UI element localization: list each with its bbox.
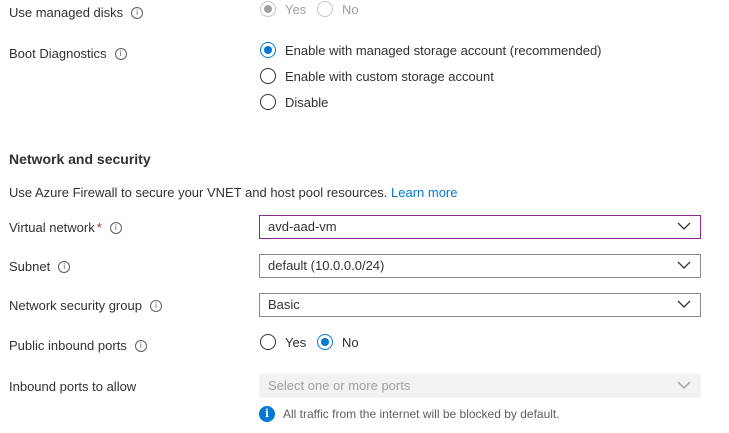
radio-circle (317, 334, 333, 350)
managed-disks-no-radio: No (317, 1, 359, 17)
subnet-dropdown[interactable]: default (10.0.0.0/24) (259, 254, 701, 278)
virtual-network-label: Virtual network (9, 220, 95, 235)
radio-circle (260, 334, 276, 350)
inbound-ports-dropdown: Select one or more ports (259, 374, 701, 398)
learn-more-link[interactable]: Learn more (391, 185, 457, 200)
info-icon[interactable]: i (149, 299, 162, 312)
radio-label: Disable (285, 94, 329, 110)
chevron-down-icon (677, 222, 691, 230)
chevron-down-icon (677, 300, 691, 308)
boot-diag-custom-radio[interactable]: Enable with custom storage account (260, 68, 494, 84)
nsg-row: Network security group i (9, 298, 162, 313)
section-title: Network and security (9, 151, 151, 167)
boot-diag-disable-radio[interactable]: Disable (260, 94, 328, 110)
radio-circle (260, 42, 276, 58)
boot-diag-managed-radio[interactable]: Enable with managed storage account (rec… (260, 42, 602, 58)
radio-label: No (342, 334, 359, 350)
info-icon[interactable]: i (109, 221, 122, 234)
radio-circle (260, 68, 276, 84)
managed-disks-row: Use managed disks i (9, 5, 144, 20)
public-inbound-row: Public inbound ports i (9, 338, 147, 353)
subnet-label: Subnet (9, 259, 51, 274)
radio-label: Enable with managed storage account (rec… (285, 42, 602, 58)
dropdown-value: Basic (268, 297, 300, 312)
managed-disks-yes-radio: Yes (260, 1, 306, 17)
nsg-label: Network security group (9, 298, 142, 313)
public-inbound-yes-radio[interactable]: Yes (260, 334, 306, 350)
chevron-down-icon (677, 261, 691, 269)
managed-disks-label: Use managed disks (9, 5, 124, 20)
radio-circle (317, 1, 333, 17)
info-filled-icon: i (259, 406, 275, 422)
info-icon[interactable]: i (58, 260, 71, 273)
inbound-note: i All traffic from the internet will be … (259, 406, 560, 422)
dropdown-value: default (10.0.0.0/24) (268, 258, 385, 273)
note-text: All traffic from the internet will be bl… (283, 407, 560, 421)
dropdown-placeholder: Select one or more ports (268, 378, 411, 393)
public-inbound-no-radio[interactable]: No (317, 334, 359, 350)
radio-circle (260, 1, 276, 17)
dropdown-value: avd-aad-vm (268, 219, 337, 234)
subnet-row: Subnet i (9, 259, 71, 274)
nsg-dropdown[interactable]: Basic (259, 293, 701, 317)
info-icon[interactable]: i (114, 47, 127, 60)
radio-label: Enable with custom storage account (285, 68, 494, 84)
public-inbound-label: Public inbound ports (9, 338, 127, 353)
info-icon[interactable]: i (131, 6, 144, 19)
virtual-network-dropdown[interactable]: avd-aad-vm (259, 215, 701, 239)
inbound-allow-label: Inbound ports to allow (9, 379, 137, 394)
required-mark: * (96, 220, 102, 235)
virtual-network-row: Virtual network * i (9, 220, 122, 235)
description-text: Use Azure Firewall to secure your VNET a… (9, 185, 388, 200)
network-description: Use Azure Firewall to secure your VNET a… (9, 185, 458, 200)
chevron-down-icon (677, 381, 691, 389)
info-icon[interactable]: i (134, 339, 147, 352)
radio-label: Yes (285, 334, 307, 350)
boot-diagnostics-row: Boot Diagnostics i (9, 46, 127, 61)
radio-circle (260, 94, 276, 110)
boot-diagnostics-label: Boot Diagnostics (9, 46, 107, 61)
radio-label: No (342, 1, 359, 17)
radio-label: Yes (285, 1, 307, 17)
